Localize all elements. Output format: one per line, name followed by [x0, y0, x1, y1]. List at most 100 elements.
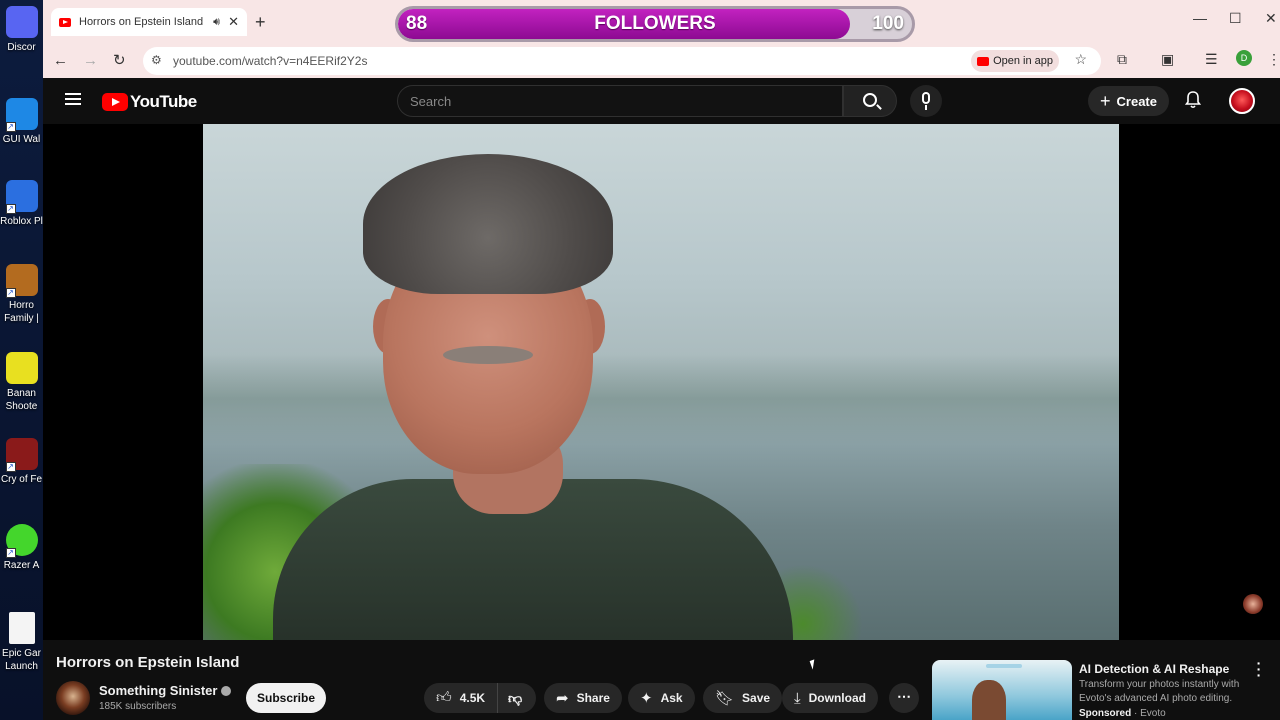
ad-thumbnail-header	[986, 664, 1022, 668]
youtube-header: YouTube Search + Create	[43, 78, 1280, 124]
back-icon[interactable]: ←	[53, 51, 68, 71]
save-label: Save	[742, 691, 771, 705]
mouse-cursor	[809, 659, 818, 670]
url-text[interactable]: youtube.com/watch?v=n4EERif2Y2s	[173, 54, 367, 68]
desktop-icon-label: Epic Gar Launch	[2, 648, 41, 672]
window-close-icon[interactable]: ✕	[1265, 10, 1277, 27]
verified-badge-icon	[221, 685, 232, 696]
razer-icon: ↗	[5, 524, 38, 558]
new-tab-button[interactable]: +	[255, 12, 266, 32]
followers-current: 88	[406, 13, 428, 34]
omnibox[interactable]: ⚙ youtube.com/watch?v=n4EERif2Y2s Open i…	[143, 47, 1101, 75]
address-bar-row: ← → ↻ ⚙ youtube.com/watch?v=n4EERif2Y2s …	[43, 44, 1280, 78]
ad-sponsored-line: Sponsored · Evoto	[1079, 708, 1166, 719]
desktop-icon-razer[interactable]: ↗ Razer A	[0, 524, 43, 572]
bookmark-icon: 🔖︎	[715, 690, 735, 707]
channel-avatar[interactable]	[56, 681, 90, 715]
search-icon	[863, 93, 877, 107]
youtube-play-icon	[102, 93, 128, 111]
desktop-icon-gui-wallpaper[interactable]: ↗ GUI Wal	[0, 98, 43, 146]
bookmark-star-icon[interactable]: ☆	[1074, 51, 1087, 68]
tab-title: Horrors on Epstein Island -	[79, 16, 206, 28]
desktop-icon-discord[interactable]: Discor	[0, 6, 43, 54]
browser-tab[interactable]: Horrors on Epstein Island - 🔊︎ ✕	[51, 8, 247, 36]
ask-button[interactable]: ✦ Ask	[628, 683, 695, 713]
followers-progress-overlay: FOLLOWERS 88 100	[395, 6, 915, 42]
search-placeholder: Search	[410, 94, 452, 109]
like-button[interactable]: 👍︎ 4.5K	[424, 683, 499, 713]
site-info-icon[interactable]: ⚙	[151, 53, 162, 67]
share-icon: ➦	[556, 690, 569, 707]
media-control-icon[interactable]: ☰	[1205, 51, 1218, 68]
subscribe-button[interactable]: Subscribe	[246, 683, 326, 713]
ad-menu-icon[interactable]: · · ·	[1254, 656, 1264, 682]
video-player[interactable]	[43, 124, 1280, 640]
maximize-icon[interactable]: ☐	[1229, 10, 1242, 27]
download-label: Download	[808, 691, 866, 705]
thumbs-up-icon: 👍︎	[436, 689, 452, 706]
advertiser-name: Evoto	[1140, 708, 1166, 719]
roblox-icon: ↗	[5, 180, 38, 214]
forward-icon[interactable]: →	[83, 51, 98, 71]
game-icon	[5, 352, 38, 384]
search-button[interactable]	[843, 85, 897, 117]
like-dislike-group: 👍︎ 4.5K 👎︎	[424, 683, 536, 713]
download-button[interactable]: ⤓ Download	[782, 683, 878, 713]
create-label: Create	[1116, 93, 1157, 109]
app-icon: ↗	[5, 98, 38, 132]
ad-thumbnail[interactable]	[932, 660, 1072, 720]
channel-name[interactable]: Something Sinister	[99, 683, 217, 698]
create-button[interactable]: + Create	[1088, 86, 1169, 116]
followers-goal: 100	[872, 13, 904, 34]
dislike-button[interactable]: 👎︎	[498, 690, 532, 707]
game-icon: ↗	[5, 438, 38, 472]
ad-description: Transform your photos instantly with Evo…	[1079, 679, 1240, 704]
sparkle-icon: ✦	[640, 690, 653, 707]
reload-icon[interactable]: ↻	[113, 51, 126, 71]
ad-title[interactable]: AI Detection & AI Reshape	[1079, 662, 1229, 676]
close-tab-icon[interactable]: ✕	[228, 14, 239, 30]
browser-profile-avatar[interactable]: D	[1236, 50, 1252, 66]
desktop-icon-strip: Discor ↗ GUI Wal ↗ Roblox Pl ↗ Horro Fam…	[0, 0, 43, 720]
desktop-icon-label: Horro Family |	[4, 300, 39, 324]
ad-thumbnail-person	[972, 680, 1006, 720]
youtube-icon	[977, 56, 990, 66]
download-icon: ⤓	[794, 689, 801, 707]
account-avatar[interactable]	[1229, 88, 1255, 114]
desktop-icon-label: Discor	[7, 42, 36, 53]
share-button[interactable]: ➦ Share	[544, 683, 622, 713]
speaker-icon[interactable]: 🔊︎	[213, 16, 220, 29]
sponsored-label: Sponsored	[1079, 708, 1132, 719]
video-person-mustache	[443, 346, 533, 364]
open-in-app-button[interactable]: Open in app	[971, 50, 1059, 72]
youtube-favicon-icon	[59, 17, 71, 27]
youtube-wordmark: YouTube	[130, 92, 197, 111]
channel-watermark-icon[interactable]	[1243, 594, 1263, 614]
desktop-icon-epic-games[interactable]: Epic Gar Launch	[0, 612, 43, 673]
share-label: Share	[576, 691, 610, 705]
video-background-coast	[203, 354, 1119, 444]
voice-search-button[interactable]	[910, 85, 942, 117]
extensions-icon[interactable]: ⧉	[1117, 51, 1127, 68]
save-button[interactable]: 🔖︎ Save	[703, 683, 783, 713]
minimize-icon[interactable]: —	[1193, 10, 1207, 26]
followers-label: FOLLOWERS	[594, 13, 716, 34]
desktop-icon-roblox[interactable]: ↗ Roblox Pl	[0, 180, 43, 228]
video-frame[interactable]	[203, 124, 1119, 640]
game-icon: ↗	[5, 264, 38, 298]
notifications-bell-icon[interactable]	[1185, 91, 1201, 109]
channel-name-row[interactable]: Something Sinister	[99, 683, 232, 698]
ask-label: Ask	[660, 691, 683, 705]
desktop-icon-label: GUI Wal	[2, 134, 41, 145]
desktop-icon-label: Roblox Pl	[0, 216, 43, 227]
desktop-icon-banana-shooter[interactable]: Banan Shoote	[0, 352, 43, 413]
discord-icon	[5, 6, 38, 38]
browser-menu-icon[interactable]: ⋮	[1267, 51, 1280, 68]
desktop-icon-horror-family[interactable]: ↗ Horro Family |	[0, 264, 43, 325]
desktop-icon-cry-of-fear[interactable]: ↗ Cry of Fe	[0, 438, 43, 486]
more-actions-button[interactable]: ⋯	[889, 683, 919, 713]
menu-icon[interactable]	[65, 93, 81, 105]
youtube-logo[interactable]: YouTube	[102, 92, 197, 112]
search-input[interactable]: Search	[397, 85, 843, 117]
cast-icon[interactable]: ▣	[1161, 51, 1174, 68]
